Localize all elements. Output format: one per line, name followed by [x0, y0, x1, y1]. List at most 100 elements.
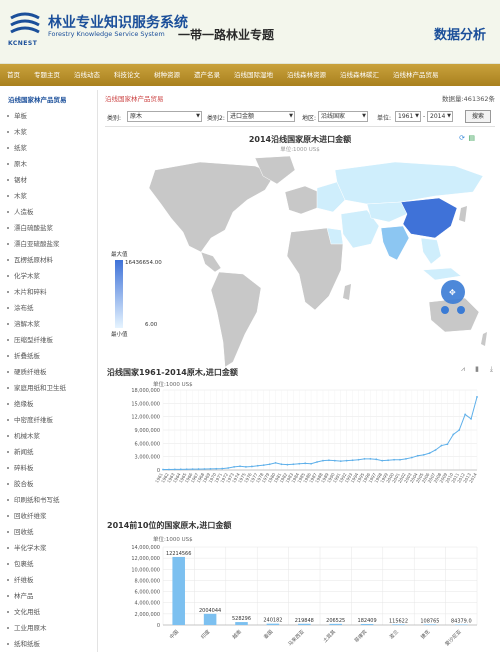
region-label: 地区: [302, 115, 317, 122]
sidebar-item[interactable]: 原木 [0, 156, 97, 172]
sidebar-item[interactable]: 单板 [0, 108, 97, 124]
sidebar-item[interactable]: 锯材 [0, 172, 97, 188]
data-analysis-title: 数据分析 [433, 28, 486, 43]
sidebar-item[interactable]: 纤维板 [0, 572, 97, 588]
data-point [428, 452, 431, 455]
year-separator: - [423, 113, 426, 120]
sidebar-item[interactable]: 人造板 [0, 204, 97, 220]
sidebar-item[interactable]: 中密度纤维板 [0, 412, 97, 428]
sidebar-item[interactable]: 纸和纸板 [0, 636, 97, 652]
category-label: 菲律宾 [353, 628, 369, 644]
sidebar-item[interactable]: 化学木浆 [0, 268, 97, 284]
data-point [245, 465, 247, 468]
category-label: 土耳其 [322, 628, 338, 644]
nav-item[interactable]: 沿线国际湿地 [227, 64, 280, 86]
sidebar-item[interactable]: 瓦楞纸原材料 [0, 252, 97, 268]
data-point [250, 465, 253, 468]
data-point [410, 456, 413, 459]
sidebar-item[interactable]: 硬质纤维板 [0, 364, 97, 380]
nav-item[interactable]: 沿线林产品贸易 [386, 64, 446, 86]
sidebar-item[interactable]: 漂白硫酸盐浆 [0, 220, 97, 236]
sidebar-item[interactable]: 家庭用纸和卫生纸 [0, 380, 97, 396]
site-subtitle: Forestry Knowledge Service System [48, 30, 165, 38]
pan-arrows-icon: ✥ [449, 288, 456, 297]
bar [298, 623, 311, 625]
bar-value-label: 12214566 [166, 551, 191, 557]
line-chart: 18,000,000 15,000,000 12,000,000 9,000,000 6… [131, 388, 478, 484]
sidebar-item[interactable]: 绝缘板 [0, 396, 97, 412]
nav-item[interactable]: 专题主页 [27, 64, 67, 86]
series-line [162, 396, 478, 471]
legend-gradient [115, 260, 123, 328]
nav-item[interactable]: 科技论文 [107, 64, 147, 86]
sidebar-item[interactable]: 半化学木浆 [0, 540, 97, 556]
data-point [363, 457, 366, 460]
bar [360, 623, 374, 625]
data-point [357, 458, 360, 461]
sidebar-item[interactable]: 林产品 [0, 588, 97, 604]
year-to-select[interactable]: 2014 [427, 111, 453, 122]
data-point [440, 444, 443, 447]
category-label: 越南 [231, 628, 243, 640]
zoom-in-button [441, 306, 449, 314]
sidebar-item[interactable]: 回收纤维浆 [0, 508, 97, 524]
sidebar-item[interactable]: 压缩型纤维板 [0, 332, 97, 348]
data-point [458, 429, 461, 431]
data-point [168, 468, 170, 471]
sidebar-item[interactable]: 折叠纸板 [0, 348, 97, 364]
unit-label: 单位: [377, 115, 392, 122]
category-label: 中国 [168, 628, 180, 640]
sidebar-item[interactable]: 木浆 [0, 124, 97, 140]
category2-select[interactable]: 进口金额 [227, 111, 295, 122]
sidebar: 沿线国家林产品贸易 单板 木浆 纸浆 原木 锯材 木浆 人造板 漂白硫酸盐浆 漂白亚硫酸盐浆 瓦楞… [0, 90, 98, 652]
nav-item[interactable]: 沿线动态 [67, 64, 107, 86]
line-view-icon[interactable]: ⩘ [461, 365, 465, 374]
nav-item[interactable]: 首页 [0, 64, 27, 86]
nav-item[interactable]: 沿线森林碳汇 [333, 64, 386, 86]
save-image-icon[interactable]: ▤ [468, 134, 475, 142]
category-select[interactable]: 原木 [127, 111, 202, 122]
logo-text: KCNEST [8, 40, 38, 47]
nav-item[interactable]: 遗产名录 [187, 64, 227, 86]
search-button[interactable]: 搜索 [465, 110, 491, 123]
world-map[interactable]: 最大值 16436654.00 最小值 6.00 ✥ [105, 152, 495, 397]
bar-value-label: 2004044 [199, 608, 221, 614]
nav-item[interactable]: 树种资源 [147, 64, 187, 86]
sidebar-item[interactable]: 机械木浆 [0, 428, 97, 444]
sidebar-item[interactable]: 新闻纸 [0, 444, 97, 460]
bar-view-icon[interactable]: ▮ [475, 365, 479, 373]
nav-item[interactable]: 沿线森林资源 [280, 64, 333, 86]
bar [329, 623, 342, 625]
breadcrumb[interactable]: 沿线国家林产品贸易 [105, 93, 164, 103]
japan [459, 206, 467, 222]
sidebar-item[interactable]: 回收纸 [0, 524, 97, 540]
y-tick-label: 6,000,000 [135, 590, 160, 596]
sidebar-item[interactable]: 文化用纸 [0, 604, 97, 620]
year-from-select[interactable]: 1961 [395, 111, 421, 122]
sidebar-item[interactable]: 漂白亚硫酸盐浆 [0, 236, 97, 252]
download-icon[interactable]: ⤓ [490, 365, 493, 374]
data-point [221, 467, 224, 470]
sidebar-item[interactable]: 包裹纸 [0, 556, 97, 572]
sidebar-title[interactable]: 沿线国家林产品贸易 [0, 90, 97, 108]
sidebar-item[interactable]: 碎料板 [0, 460, 97, 476]
y-tick-label: 6,000,000 [135, 441, 160, 447]
bar [392, 624, 405, 625]
sidebar-item[interactable]: 胶合板 [0, 476, 97, 492]
sidebar-item[interactable]: 工业用原木 [0, 620, 97, 636]
data-point [322, 459, 324, 462]
sidebar-item[interactable]: 印刷纸和书写纸 [0, 492, 97, 508]
sidebar-item[interactable]: 木浆 [0, 188, 97, 204]
sidebar-item[interactable]: 溶解木浆 [0, 316, 97, 332]
region-select[interactable]: 沿线国家 [318, 111, 368, 122]
y-tick-label: 15,000,000 [131, 401, 160, 407]
category-label: 捷克 [419, 628, 431, 640]
category-label: 爱沙尼亚 [444, 628, 463, 647]
y-tick-label: 12,000,000 [131, 415, 160, 421]
sidebar-item[interactable]: 纸浆 [0, 140, 97, 156]
y-tick-label: 12,000,000 [131, 556, 160, 562]
sidebar-item[interactable]: 木片和碎料 [0, 284, 97, 300]
sidebar-item[interactable]: 涂布纸 [0, 300, 97, 316]
refresh-icon[interactable]: ⟳ [459, 134, 465, 142]
data-point [227, 467, 230, 469]
